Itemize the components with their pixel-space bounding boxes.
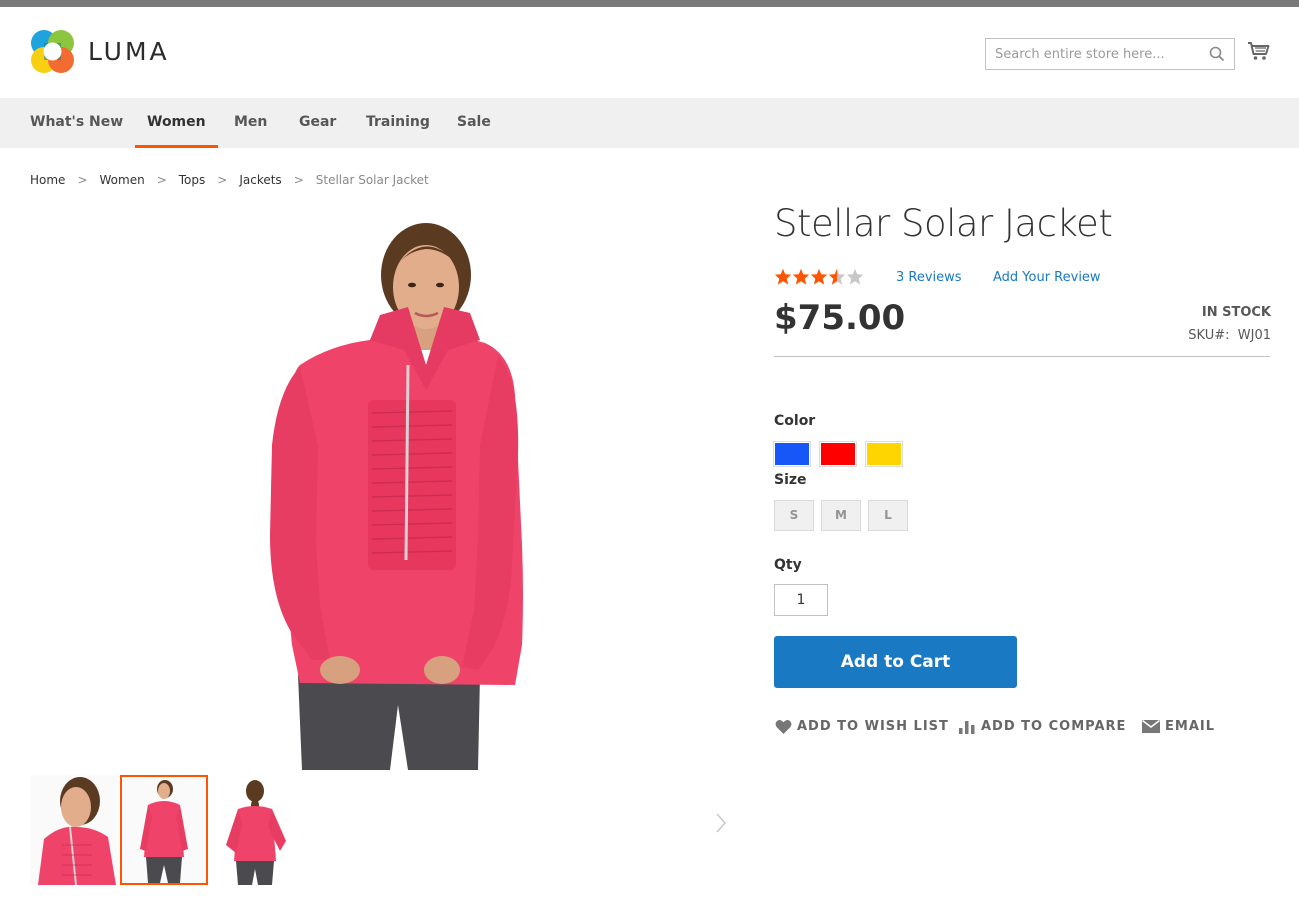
breadcrumb-separator: > xyxy=(156,173,167,187)
size-label: Size xyxy=(774,472,807,488)
thumb-closeup-image xyxy=(30,775,118,885)
qty-label: Qty xyxy=(774,557,802,573)
sku-label: SKU#: xyxy=(1188,328,1230,343)
color-swatch-yellow[interactable] xyxy=(865,441,903,467)
envelope-icon xyxy=(1142,720,1160,733)
breadcrumb: Home > Women > Tops > Jackets > Stellar … xyxy=(30,173,429,187)
star-full-icon xyxy=(774,268,792,285)
breadcrumb-jackets[interactable]: Jackets xyxy=(239,173,281,187)
nav-item-whats-new[interactable]: What's New xyxy=(18,98,135,148)
model-jacket-image xyxy=(270,223,523,770)
reviews-link[interactable]: 3 Reviews xyxy=(896,270,962,285)
product-price: $75.00 xyxy=(774,298,906,338)
star-empty-icon xyxy=(846,268,864,285)
breadcrumb-women[interactable]: Women xyxy=(100,173,145,187)
size-option-m[interactable]: M xyxy=(821,500,861,531)
breadcrumb-home[interactable]: Home xyxy=(30,173,65,187)
add-review-link[interactable]: Add Your Review xyxy=(993,270,1101,285)
cart-icon xyxy=(1248,42,1270,60)
add-to-wishlist-link[interactable]: ADD TO WISH LIST xyxy=(775,719,949,734)
breadcrumb-current: Stellar Solar Jacket xyxy=(315,173,429,187)
nav-item-sale[interactable]: Sale xyxy=(445,98,503,148)
nav-item-men[interactable]: Men xyxy=(222,98,279,148)
chevron-right-icon xyxy=(716,813,727,833)
thumb-back-image xyxy=(210,775,298,885)
main-nav: What's New Women Men Gear Training Sale xyxy=(0,98,1299,148)
color-swatch-blue[interactable] xyxy=(773,441,811,467)
breadcrumb-separator: > xyxy=(77,173,88,187)
add-to-cart-button[interactable]: Add to Cart xyxy=(774,636,1017,688)
cart-button[interactable] xyxy=(1247,41,1271,65)
product-main-image[interactable] xyxy=(230,215,560,770)
product-title: Stellar Solar Jacket xyxy=(774,202,1113,245)
luma-logo-icon xyxy=(31,30,74,73)
top-bar xyxy=(0,0,1299,7)
header: LUMA xyxy=(0,7,1299,98)
logo-text: LUMA xyxy=(88,37,170,66)
wishlist-label: ADD TO WISH LIST xyxy=(797,719,949,734)
gallery-thumb-3[interactable] xyxy=(210,775,298,885)
nav-item-training[interactable]: Training xyxy=(354,98,442,148)
star-half-icon xyxy=(828,268,846,285)
logo[interactable]: LUMA xyxy=(30,29,170,74)
size-option-s[interactable]: S xyxy=(774,500,814,531)
search-box xyxy=(985,38,1235,70)
gallery-thumb-2[interactable] xyxy=(120,775,208,885)
divider xyxy=(774,356,1270,357)
qty-input[interactable] xyxy=(774,584,828,616)
add-to-compare-link[interactable]: ADD TO COMPARE xyxy=(959,719,1126,734)
color-swatch-red[interactable] xyxy=(819,441,857,467)
star-full-icon xyxy=(792,268,810,285)
compare-chart-icon xyxy=(959,721,975,734)
email-label: EMAIL xyxy=(1165,719,1215,734)
star-full-icon xyxy=(810,268,828,285)
heart-icon xyxy=(775,719,792,734)
rating-stars xyxy=(774,268,864,285)
sku: SKU#: WJ01 xyxy=(1188,328,1271,343)
gallery-thumb-1[interactable] xyxy=(30,775,118,885)
breadcrumb-separator: > xyxy=(217,173,228,187)
nav-item-gear[interactable]: Gear xyxy=(287,98,348,148)
color-label: Color xyxy=(774,413,816,429)
sku-value: WJ01 xyxy=(1237,328,1271,343)
nav-item-women[interactable]: Women xyxy=(135,98,218,148)
stock-status: IN STOCK xyxy=(1201,305,1271,320)
compare-label: ADD TO COMPARE xyxy=(981,719,1127,734)
size-option-l[interactable]: L xyxy=(868,500,908,531)
breadcrumb-tops[interactable]: Tops xyxy=(179,173,206,187)
email-link[interactable]: EMAIL xyxy=(1142,719,1215,734)
thumb-front-image xyxy=(122,777,206,883)
gallery-next-arrow[interactable] xyxy=(716,812,727,838)
breadcrumb-separator: > xyxy=(293,173,304,187)
search-input[interactable] xyxy=(986,39,1234,69)
search-icon[interactable] xyxy=(1209,46,1225,62)
